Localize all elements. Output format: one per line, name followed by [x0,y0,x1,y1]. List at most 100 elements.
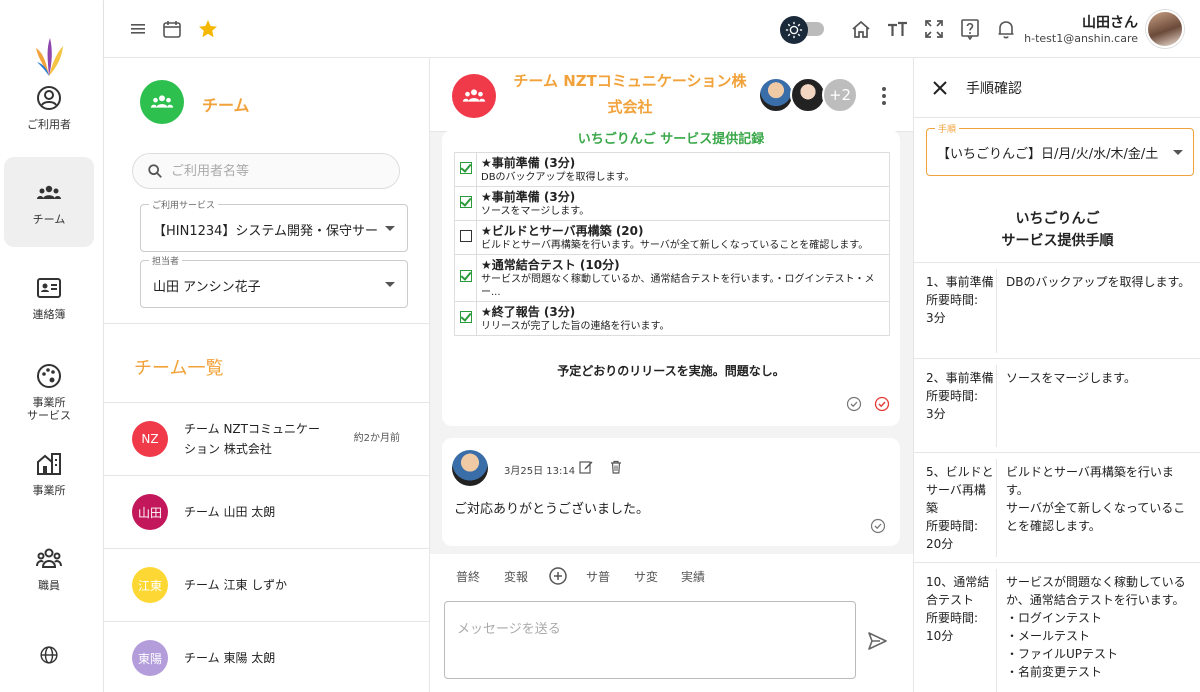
message-input-box[interactable] [444,601,856,679]
more-vert-icon[interactable] [874,84,894,108]
procedure-heading-line: サービス提供手順 [1001,233,1114,249]
team-name: チーム 山田 太朗 [184,505,276,519]
nav-label: 事業所 [32,483,66,497]
sun-icon [785,21,803,39]
checklist-row: ★通常結合テスト (10分) サービスが問題なく稼動しているか、通常結合テストを行… [454,254,890,302]
team-icon [150,95,174,108]
nav-item-staff[interactable]: 職員 [4,523,94,613]
team-icon [37,185,61,199]
notifications-button[interactable] [994,17,1018,41]
nav-label: チーム [32,212,66,226]
step-desc: リリースが完了した旨の連絡を行います。 [481,321,670,332]
procedure-select[interactable]: 手順 【いちごりんご】日/月/火/水/木/金/土 [926,122,1194,176]
step-title: ★事前準備 (3分) [481,190,576,204]
page-title: チーム [202,96,250,115]
nav-item-contacts[interactable]: 連絡簿 [4,252,94,342]
team-list-item[interactable]: 江東 チーム 江東 しずか [104,548,430,621]
home-icon [852,20,870,38]
fullscreen-icon [925,20,943,38]
chevron-down-icon [385,282,395,287]
step-desc: ビルドとサーバ再構築を行います。サーバが全て新しくなっていることを確認します。 [481,240,869,251]
step-detail: ビルドとサーバ再構築を行います。 サーバが全て新しくなっていることを確認します。 [1006,465,1186,533]
avatar[interactable] [758,77,794,113]
divider [996,569,997,692]
service-select[interactable]: ご利用サービス 【HIN1234】システム開発・保守サービス [140,198,408,252]
quick-reply-button[interactable]: 普終 [456,568,480,585]
nav-label: 連絡簿 [32,307,66,321]
record-message-card: いちごりんご サービス提供記録 ★事前準備 (3分) DBのバックアップを取得しま… [442,130,900,426]
team-icon [462,89,486,102]
calendar-button[interactable] [160,17,184,41]
nav-item-users[interactable]: ご利用者 [4,62,94,152]
quick-reply-button[interactable]: サ変 [634,568,658,585]
checkbox[interactable] [459,229,472,242]
step-desc: サービスが問題なく稼動しているか、通常結合テストを行います。・ログインテスト・メ… [481,274,875,298]
team-header-icon [452,74,496,118]
step-title: ★ビルドとサーバ再構築 (20) [481,224,644,238]
staff-select-value: 山田 アンシン花子 [153,280,261,295]
checkbox[interactable] [459,161,472,174]
user-name[interactable]: 山田さん [1082,12,1138,32]
checkbox[interactable] [459,310,472,323]
step-detail: DBのバックアップを取得します。 [1006,275,1191,289]
team-list-item[interactable]: 東陽 チーム 東陽 太朗 [104,621,430,692]
quick-reply-button[interactable]: 実績 [681,568,705,585]
step-desc: DBのバックアップを取得します。 [481,172,635,183]
step-label: 5、ビルドとサーバ再構築 所要時間: 20分 [926,465,994,551]
quick-reply-button[interactable]: 変報 [504,568,528,585]
add-circle-icon[interactable] [548,566,568,586]
delete-icon[interactable] [608,459,624,475]
nav-item-team[interactable]: チーム [4,157,94,247]
star-icon [199,20,217,38]
procedure-step-row: 5、ビルドとサーバ再構築 所要時間: 20分 ビルドとサーバ再構築を行います。 … [914,452,1200,562]
home-button[interactable] [849,17,873,41]
edit-icon[interactable] [578,459,594,475]
step-title: ★事前準備 (3分) [481,156,576,170]
message-input[interactable] [457,618,843,662]
nav-item-language[interactable] [4,620,94,690]
search-input[interactable] [171,163,371,179]
hamburger-menu-icon [131,24,145,34]
team-list-item[interactable]: NZ チーム NZTコミュニケー ション 株式会社 約2か月前 [104,402,430,475]
checkbox[interactable] [459,195,472,208]
avatar [452,450,488,486]
checkbox[interactable] [459,270,472,282]
favorites-button[interactable] [196,17,220,41]
procedure-select-label: 手順 [935,122,960,135]
avatar[interactable] [790,77,826,113]
nav-item-office-services[interactable]: 事業所 サービス [4,347,94,437]
menu-button[interactable] [126,17,150,41]
search-box[interactable] [132,153,400,189]
step-title: ★通常結合テスト (10分) [481,258,620,272]
check-circle-icon[interactable] [874,396,890,412]
team-list-title: チーム一覧 [134,358,224,379]
nav-label: 職員 [38,578,60,592]
divider [996,269,997,353]
send-icon[interactable] [866,630,888,652]
check-circle-icon[interactable] [846,396,862,412]
staff-select[interactable]: 担当者 山田 アンシン花子 [140,254,408,308]
palette-icon [37,364,61,388]
nav-item-office[interactable]: 事業所 [4,428,94,518]
contact-card-icon [37,277,61,298]
text-size-icon [888,21,907,36]
team-list-item[interactable]: 山田 チーム 山田 太朗 [104,475,430,548]
close-icon[interactable] [932,80,948,96]
chat-header: チーム NZTコミュニケーション株式会社 +2 [430,58,913,132]
chat-message-card: 3月25日 13:14 ご対応ありがとうございました。 [442,438,900,546]
calendar-icon [163,21,181,38]
quick-reply-button[interactable]: サ普 [586,568,610,585]
nav-rail: ご利用者 チーム 連絡簿 事業所 サービス 事業所 職員 [0,0,104,692]
step-label: 10、通常結合テスト 所要時間: 10分 [926,575,990,643]
more-members-badge[interactable]: +2 [822,77,858,113]
avatar[interactable] [1146,10,1184,48]
theme-toggle[interactable] [780,16,826,44]
help-button[interactable] [958,17,982,41]
fullscreen-button[interactable] [922,17,946,41]
record-title: いちごりんご サービス提供記録 [577,132,765,147]
chevron-down-icon [1173,150,1183,155]
team-name: チーム 江東 しずか [184,578,288,592]
check-circle-icon[interactable] [870,518,886,534]
procedure-panel: 手順確認 手順 【いちごりんご】日/月/火/水/木/金/土 いちごりんご サービ… [913,58,1200,692]
font-size-button[interactable] [885,17,909,41]
